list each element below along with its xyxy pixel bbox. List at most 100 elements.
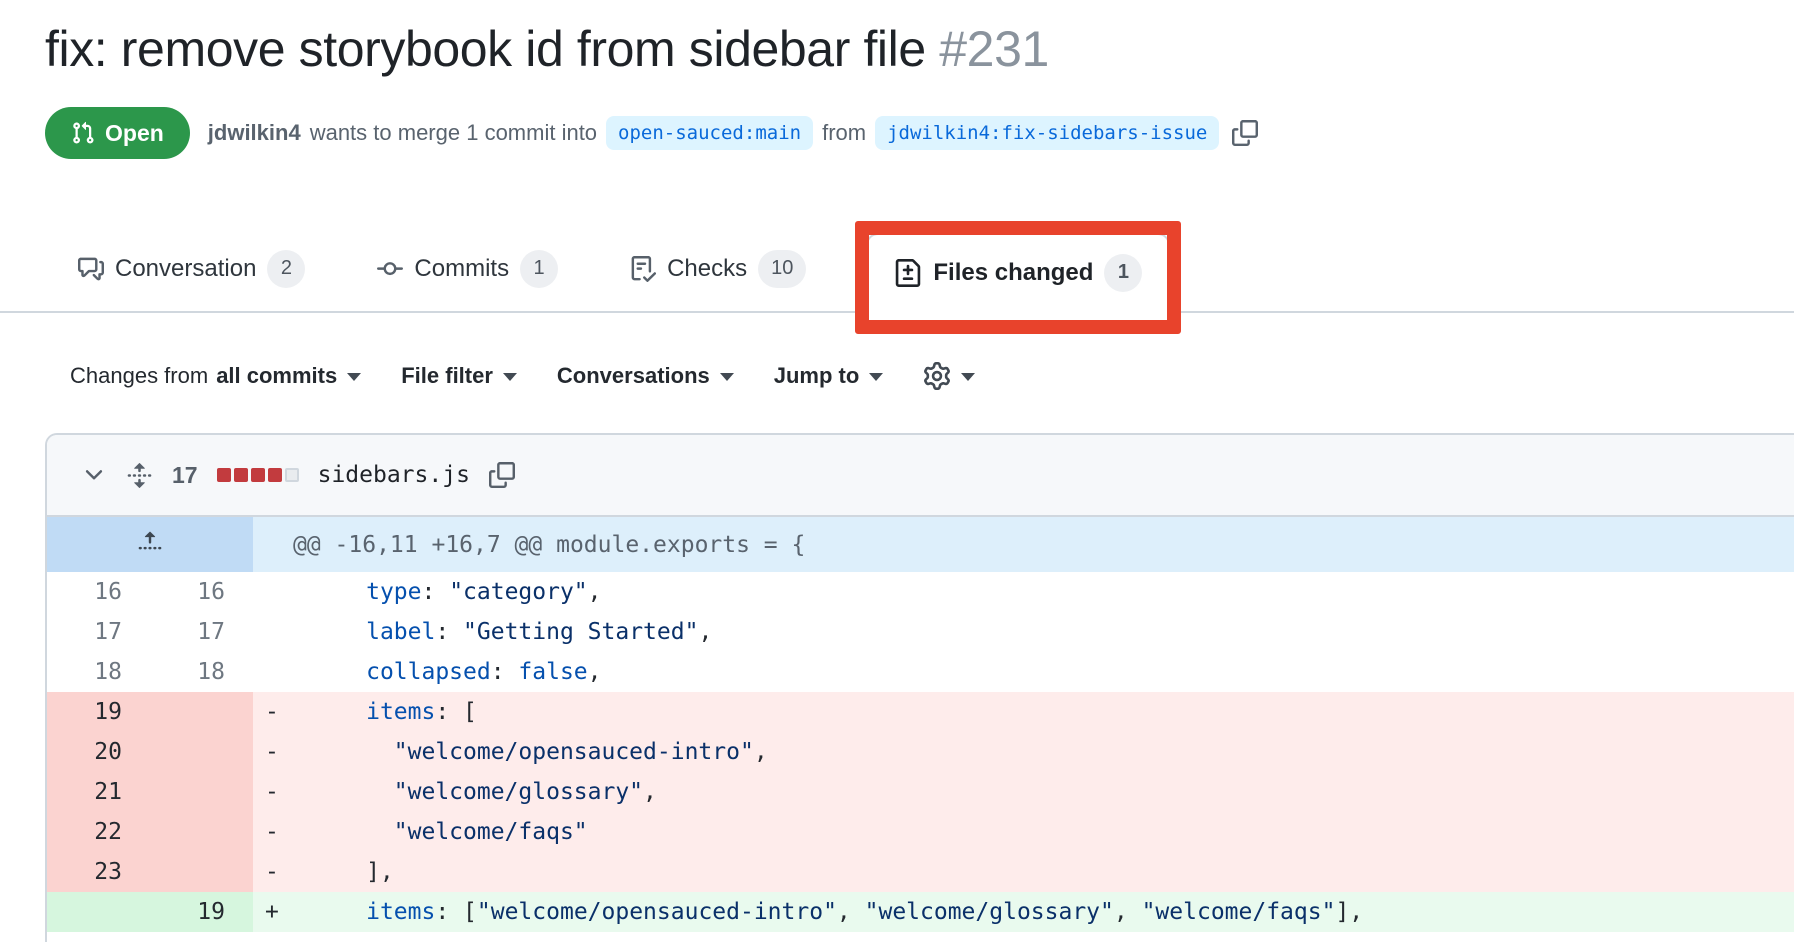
code-token [283,739,394,765]
copy-branch-button[interactable] [1232,120,1258,146]
old-line-number[interactable]: 20 [47,732,150,772]
tab-commits[interactable]: Commits 1 [365,250,570,288]
conversations-label: Conversations [557,363,710,389]
expand-hunk-cell[interactable] [47,517,253,572]
tab-label: Conversation [115,255,256,283]
pr-title-text: fix: remove storybook id from sidebar fi… [45,21,926,77]
file-name[interactable]: sidebars.js [318,462,470,488]
code-token [283,579,366,605]
tab-label: Checks [667,255,747,283]
git-commit-icon [377,256,403,282]
tab-count-badge: 10 [758,250,806,288]
tab-label: Commits [414,255,509,283]
old-line-number[interactable]: 18 [47,652,150,692]
code-token [283,819,394,845]
diff-marker: - [253,699,283,725]
expand-all-button[interactable] [126,462,153,489]
old-line-number[interactable]: 16 [47,572,150,612]
diff-settings-dropdown[interactable] [923,362,975,390]
old-line-number[interactable]: 21 [47,772,150,812]
old-line-number[interactable]: 19 [47,692,150,732]
git-pull-request-icon [71,121,95,145]
diffstat-block-neutral [285,468,299,482]
diff-line-del: 19 - items: [ [47,692,1794,732]
conversations-dropdown[interactable]: Conversations [557,363,734,389]
code-token: false [518,659,587,685]
code-token: collapsed [366,659,491,685]
file-filter-label: File filter [401,363,493,389]
pr-state-label: Open [105,120,164,147]
new-line-number[interactable]: 16 [150,572,253,612]
hunk-header-text: @@ -16,11 +16,7 @@ module.exports = { [253,517,1794,572]
gear-icon [923,362,951,390]
code-token: : [ [435,699,477,725]
diffstat [217,468,299,482]
code-token: : [491,659,519,685]
new-line-number[interactable] [150,852,253,892]
tab-count-badge: 2 [267,250,305,288]
new-line-number[interactable] [150,692,253,732]
diff-line-del: 20- "welcome/opensauced-intro", [47,732,1794,772]
code-token: "welcome/opensauced-intro" [394,739,754,765]
byline-from-text: from [822,120,866,146]
pr-byline: jdwilkin4 wants to merge 1 commit into o… [208,116,1259,150]
new-line-number[interactable]: 19 [150,892,253,932]
code-token: , [588,579,602,605]
code-line: - "welcome/glossary", [253,772,1794,812]
diff-marker: - [253,819,283,845]
diff-line-del: 21 - "welcome/glossary", [47,772,1794,812]
new-line-number[interactable] [150,772,253,812]
code-token: type [366,579,421,605]
copy-file-path-button[interactable] [489,462,515,488]
caret-down-icon [503,373,517,381]
changes-from-value: all commits [216,363,337,389]
new-line-number[interactable]: 18 [150,652,253,692]
old-line-number[interactable] [47,892,150,932]
tab-label: Files changed [933,259,1093,287]
code-token: "welcome/glossary" [865,899,1114,925]
code-token: ], [1335,899,1363,925]
pr-tab-nav: Conversation 2 Commits 1 Checks 10 Files… [0,226,1794,313]
head-branch-chip[interactable]: jdwilkin4:fix-sidebars-issue [875,116,1219,150]
old-line-number[interactable]: 22 [47,812,150,852]
code-token: , [837,899,865,925]
diff-panel: 17 sidebars.js @@ -16,11 +16,7 @@ module… [45,433,1794,942]
file-changes-count: 17 [172,462,198,489]
collapse-file-button[interactable] [81,462,107,488]
code-line: - items: [ [253,692,1794,732]
code-line: collapsed: false, [253,652,1794,692]
file-diff-icon [894,259,922,287]
tab-files-changed[interactable]: Files changed 1 [866,233,1170,319]
new-line-number[interactable] [150,732,253,772]
author-link[interactable]: jdwilkin4 [208,120,301,146]
fold-up-icon [137,529,163,555]
code-token: "welcome/opensauced-intro" [477,899,837,925]
diffstat-block-del [234,468,248,482]
jump-to-dropdown[interactable]: Jump to [774,363,884,389]
tab-conversation[interactable]: Conversation 2 [66,250,317,288]
code-token: , [698,619,712,645]
code-token: : [421,579,449,605]
code-token: "Getting Started" [463,619,698,645]
code-token [283,699,366,725]
checklist-icon [630,256,656,282]
caret-down-icon [720,373,734,381]
old-line-number[interactable]: 23 [47,852,150,892]
diff-line-del: 23- ], [47,852,1794,892]
base-branch-chip[interactable]: open-sauced:main [606,116,813,150]
new-line-number[interactable] [150,812,253,852]
code-token: , [1114,899,1142,925]
unfold-icon [126,462,153,489]
diff-table: @@ -16,11 +16,7 @@ module.exports = { 16… [47,517,1794,932]
code-token: : [435,619,463,645]
pr-number: #231 [939,21,1049,77]
changes-from-dropdown[interactable]: Changes from all commits [70,363,361,389]
tab-checks[interactable]: Checks 10 [618,250,818,288]
code-token: items [366,699,435,725]
new-line-number[interactable]: 17 [150,612,253,652]
tab-count-badge: 1 [520,250,558,288]
code-token: "welcome/faqs" [1142,899,1336,925]
old-line-number[interactable]: 17 [47,612,150,652]
copy-icon [489,462,515,488]
file-filter-dropdown[interactable]: File filter [401,363,517,389]
